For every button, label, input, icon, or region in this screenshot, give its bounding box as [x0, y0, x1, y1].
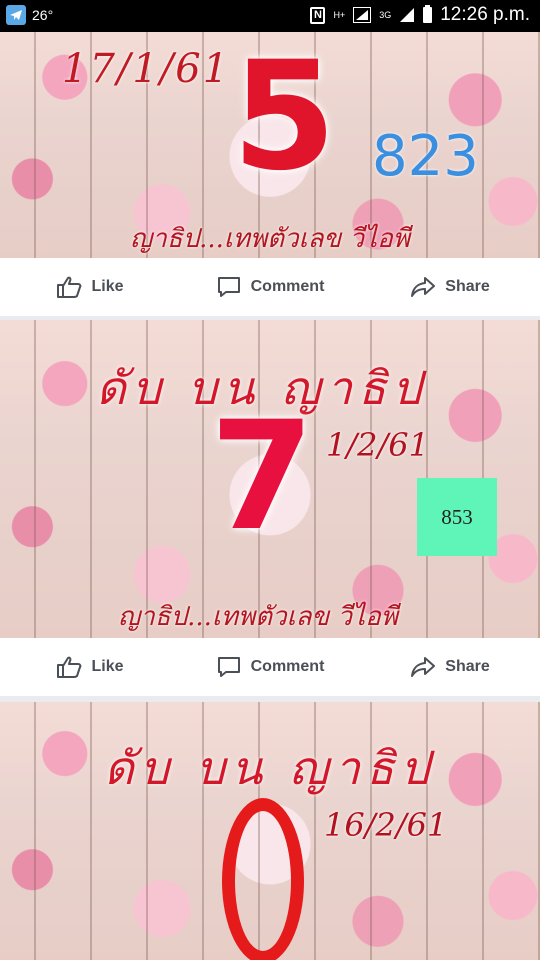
- share-icon: [411, 277, 436, 297]
- post-image-3[interactable]: ดับ บน ญาธิป 0 16/2/61: [0, 702, 540, 960]
- thumbs-up-icon: [57, 656, 82, 678]
- share-label: Share: [445, 278, 490, 295]
- comment-icon: [217, 277, 240, 297]
- battery-icon: [423, 5, 433, 23]
- thumbs-up-icon: [57, 276, 82, 298]
- action-bar-1: Like Comment Share: [0, 258, 540, 316]
- share-icon: [411, 657, 436, 677]
- share-label: Share: [445, 658, 490, 675]
- like-button[interactable]: Like: [0, 275, 180, 299]
- comment-label: Comment: [250, 658, 325, 675]
- clock-text: 12:26 p.m.: [440, 4, 530, 25]
- post-date: 16/2/61: [324, 806, 448, 844]
- post-heading: ดับ บน ญาธิป: [104, 741, 436, 795]
- big-number: 5: [232, 32, 337, 204]
- status-bar: 26° N H+ 3G 12:26 p.m.: [0, 0, 540, 32]
- big-number-zero: [222, 798, 304, 960]
- box-number: 853: [441, 504, 473, 529]
- nfc-icon: N: [310, 6, 326, 24]
- share-button[interactable]: Share: [360, 655, 540, 679]
- number-box: 853: [417, 478, 497, 556]
- like-button[interactable]: Like: [0, 655, 180, 679]
- like-label: Like: [91, 278, 124, 295]
- big-number: 7: [210, 390, 315, 564]
- comment-button[interactable]: Comment: [180, 655, 360, 679]
- post-image-1[interactable]: 17/1/61 5 823 ญาธิป...เทพตัวเลข วีไอพี: [0, 32, 540, 258]
- network-3g-indicator: 3G: [379, 9, 392, 20]
- signal-icon: [353, 7, 372, 23]
- network-h-indicator: H+: [333, 9, 346, 20]
- comment-label: Comment: [250, 278, 325, 295]
- status-left: 26°: [6, 5, 53, 25]
- signature-text: ญาธิป...เทพตัวเลข วีไอพี: [130, 224, 410, 254]
- temperature-text: 26°: [32, 7, 54, 23]
- comment-button[interactable]: Comment: [180, 275, 360, 299]
- action-bar-2: Like Comment Share: [0, 638, 540, 696]
- comment-icon: [217, 657, 240, 677]
- signature-text: ญาธิป...เทพตัวเลข วีไอพี: [118, 602, 398, 632]
- post-date: 17/1/61: [62, 46, 231, 92]
- share-button[interactable]: Share: [360, 275, 540, 299]
- signal-icon-2: [400, 8, 415, 22]
- side-number: 823: [372, 124, 479, 189]
- telegram-icon: [6, 5, 26, 25]
- post-date: 1/2/61: [326, 426, 429, 464]
- like-label: Like: [91, 658, 124, 675]
- post-image-2[interactable]: ดับ บน ญาธิป 7 1/2/61 853 ญาธิป...เทพตัว…: [0, 320, 540, 638]
- status-right: N H+ 3G 12:26 p.m.: [310, 4, 530, 26]
